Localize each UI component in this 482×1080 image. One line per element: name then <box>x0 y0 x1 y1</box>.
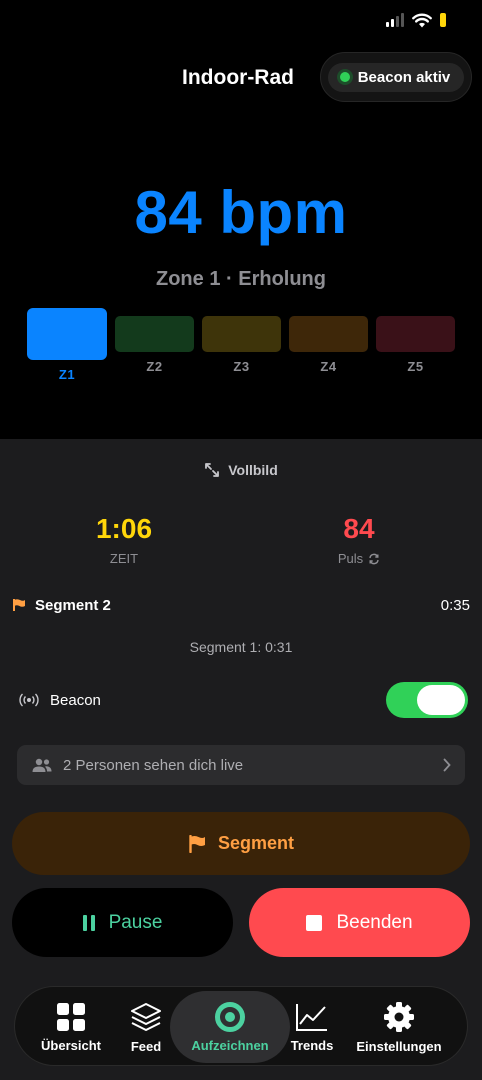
zone-bar-z2 <box>115 316 194 352</box>
previous-segment-label: Segment 1: 0:31 <box>189 639 293 655</box>
end-workout-button[interactable]: Beenden <box>249 888 470 957</box>
fullscreen-button[interactable]: Vollbild <box>0 462 482 478</box>
heart-rate-readout: 84 bpm <box>134 179 348 246</box>
expand-icon <box>205 463 220 477</box>
zone-tag-z1: Z1 <box>58 367 76 382</box>
tab-record-label: Aufzeichnen <box>191 1037 269 1053</box>
flag-icon <box>189 834 205 853</box>
cellular-signal-icon <box>386 13 404 27</box>
current-segment-row: Segment 2 0:35 <box>12 593 470 617</box>
pause-button-label: Pause <box>108 911 163 933</box>
zone-tag-z3: Z3 <box>233 359 250 374</box>
status-bar <box>386 10 446 30</box>
time-label: ZEIT <box>109 551 139 566</box>
pulse-label: Puls <box>337 551 364 566</box>
pause-icon <box>82 914 95 931</box>
pulse-metric[interactable]: 84 Puls <box>279 513 439 566</box>
beacon-setting-row: Beacon <box>18 682 468 718</box>
chart-icon <box>296 1003 327 1031</box>
tab-trends-label: Trends <box>290 1037 334 1053</box>
segment-button[interactable]: Segment <box>12 812 470 875</box>
current-segment-time: 0:35 <box>440 596 470 614</box>
beacon-toggle[interactable] <box>386 682 468 718</box>
grid-icon <box>57 1002 85 1031</box>
broadcast-icon <box>19 693 39 707</box>
time-metric: 1:06 ZEIT <box>44 513 204 566</box>
zone-bar-z3 <box>202 316 281 352</box>
sync-icon <box>369 553 379 564</box>
end-button-label: Beenden <box>336 911 413 933</box>
tab-record[interactable]: Aufzeichnen <box>170 991 290 1063</box>
gear-icon <box>384 1001 414 1032</box>
tab-trends[interactable]: Trends <box>285 991 339 1063</box>
current-segment-label: Segment 2 <box>35 596 111 614</box>
live-viewers-row[interactable]: 2 Personen sehen dich live <box>17 745 465 785</box>
layers-icon <box>131 1002 161 1031</box>
beacon-active-dot-icon <box>339 72 350 82</box>
pause-button[interactable]: Pause <box>12 888 233 957</box>
tab-feed-label: Feed <box>130 1038 162 1054</box>
fullscreen-label: Vollbild <box>228 462 278 478</box>
tab-overview-label: Übersicht <box>41 1037 101 1053</box>
live-viewers-text: 2 Personen sehen dich live <box>63 756 244 774</box>
tab-overview[interactable]: Übersicht <box>25 991 117 1063</box>
zone-tag-z2: Z2 <box>146 359 163 374</box>
chevron-right-icon <box>443 758 451 772</box>
zone-bar-z1 <box>27 308 107 360</box>
stop-icon <box>306 914 323 931</box>
beacon-status-pill[interactable]: Beacon aktiv <box>320 52 472 102</box>
zone-bar-z4 <box>289 316 368 352</box>
flag-icon <box>13 599 25 611</box>
time-value: 1:06 <box>95 513 153 544</box>
pulse-value: 84 <box>343 513 375 544</box>
record-icon <box>215 1001 245 1032</box>
tab-settings-label: Einstellungen <box>356 1038 442 1054</box>
beacon-setting-label: Beacon <box>50 691 101 709</box>
battery-icon <box>440 13 446 27</box>
beacon-status-label: Beacon aktiv <box>357 68 451 86</box>
zone-tag-z4: Z4 <box>320 359 337 374</box>
page-title: Indoor-Rad <box>182 66 294 89</box>
zone-indicator: Z1 Z2 Z3 Z4 Z5 <box>27 308 455 388</box>
wifi-icon <box>412 13 432 27</box>
heart-rate-zone-label: Zone 1 · Erholung <box>156 268 326 290</box>
people-icon <box>32 758 52 772</box>
zone-bar-z5 <box>376 316 455 352</box>
zone-tag-z5: Z5 <box>407 359 424 374</box>
segment-button-label: Segment <box>217 833 295 853</box>
tab-feed[interactable]: Feed <box>119 991 173 1063</box>
workout-panel: Vollbild 1:06 ZEIT 84 Puls Segment 2 0:3… <box>0 439 482 1080</box>
tab-bar: Übersicht Feed Aufzeichnen Trends Einste… <box>14 986 468 1066</box>
tab-settings[interactable]: Einstellungen <box>349 991 449 1063</box>
